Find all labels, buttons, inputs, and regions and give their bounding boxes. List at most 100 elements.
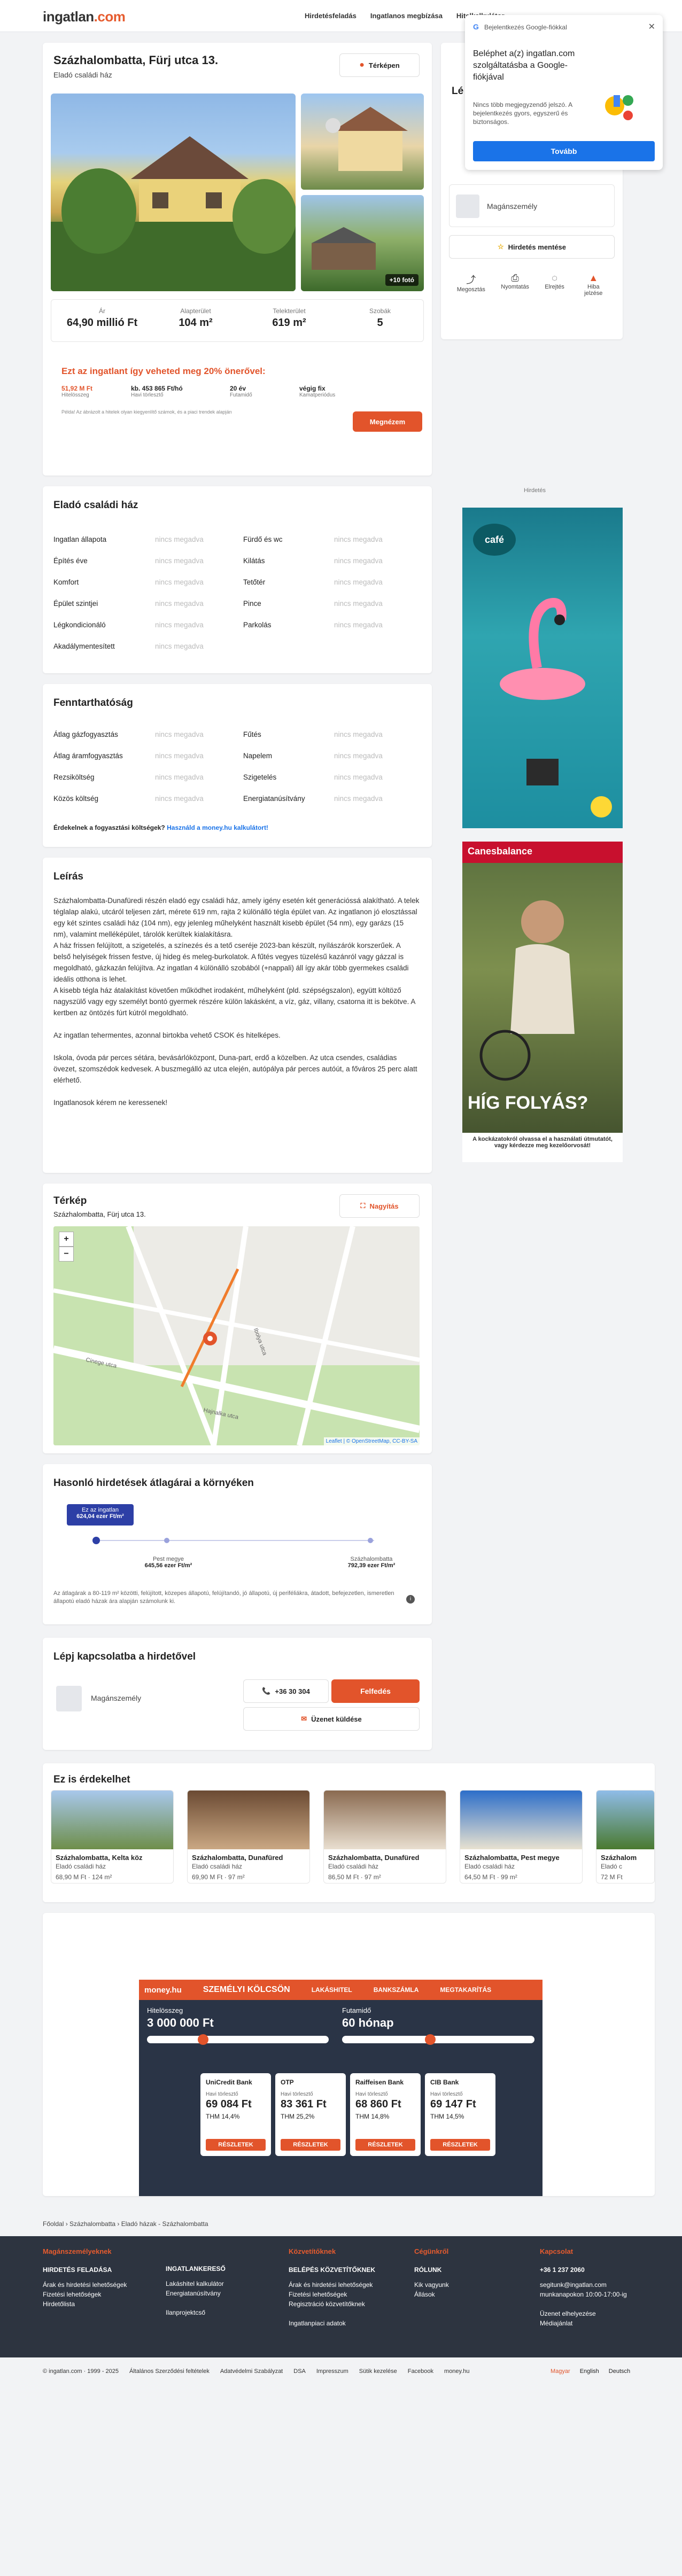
ad-banner-2[interactable]: Canesbalance HÍG FOLYÁS? A kockázatokról… (462, 842, 623, 1162)
money-tab-savings[interactable]: MEGTAKARÍTÁS (440, 1986, 491, 1994)
map-button[interactable]: ● Térképen (339, 53, 420, 77)
recommendation-item[interactable]: Százhalombatta, Pest megye Eladó családi … (460, 1790, 583, 1884)
lang-hu[interactable]: Magyar (551, 2368, 570, 2375)
this-listing-dot (92, 1537, 100, 1544)
house-photo-2 (326, 107, 408, 171)
stat-rooms: Szobák 5 (369, 307, 391, 329)
money-tab-account[interactable]: BANKSZÁMLA (374, 1986, 419, 1994)
sustain-gas: Átlag gázfogyasztás nincs megadva (53, 730, 204, 738)
map-tiles (53, 1226, 420, 1445)
ad2-caption: A kockázatokról olvassa el a használati … (462, 1133, 623, 1162)
properties-card: Eladó családi ház Ingatlan állapota nincs… (43, 486, 432, 673)
dsa-link[interactable]: DSA (293, 2368, 306, 2375)
side-photo-1[interactable] (301, 94, 424, 190)
contact-card: Lépj kapcsolatba a hirdetővel Magánszemé… (43, 1638, 432, 1750)
money-link[interactable]: money.hu (444, 2368, 470, 2375)
eye-off-icon: ◌ (552, 273, 557, 283)
hide-action[interactable]: ◌ Elrejtés (545, 273, 564, 297)
terms-link[interactable]: Általános Szerződési feltételek (129, 2368, 210, 2375)
recommendation-item[interactable]: Százhalombatta, Dunafüred Eladó családi h… (187, 1790, 310, 1884)
recommendation-item[interactable]: Százhalombatta, Dunafüred Eladó családi h… (323, 1790, 446, 1884)
money-tab-personal[interactable]: SZEMÉLYI KÖLCSÖN (203, 1985, 290, 1995)
properties-left: Ingatlan állapota nincs megadva Építés év… (53, 529, 204, 657)
term-slider[interactable] (342, 2034, 534, 2045)
main-photo[interactable] (51, 94, 296, 291)
copyright: © ingatlan.com · 1999 - 2025 (43, 2368, 119, 2375)
price-scale-line (96, 1540, 374, 1541)
save-listing-label: Hirdetés mentése (508, 243, 567, 251)
prop-accessible: Akadálymentesített nincs megadva (53, 642, 204, 650)
prop-cellar: Pince nincs megadva (243, 600, 383, 608)
bank-offer: UniCredit Bank Havi törlesztő 69 084 Ft THM… (200, 2073, 271, 2156)
zoom-in-button[interactable]: + (59, 1232, 74, 1247)
description-card: Leírás Százhalombatta-Dunafüredi részén … (43, 858, 432, 1173)
send-message-button[interactable]: ✉ Üzenet küldése (243, 1707, 420, 1731)
recommendation-photo (596, 1791, 654, 1849)
description-body: Százhalombatta-Dunafüredi részén eladó e… (53, 895, 420, 1108)
listing-title: Százhalombatta, Fürj utca 13. (53, 53, 219, 67)
zoom-out-button[interactable]: − (59, 1247, 74, 1262)
enlarge-map-button[interactable]: ⛶ Nagyítás (339, 1194, 420, 1218)
bottom-bar: © ingatlan.com · 1999 - 2025 Általános S… (0, 2357, 682, 2576)
imprint-link[interactable]: Impresszum (316, 2368, 348, 2375)
photo-count-badge[interactable]: +10 fotó (385, 274, 418, 286)
breadcrumb[interactable]: Főoldal › Százhalombatta › Eladó házak -… (43, 2220, 208, 2228)
city-dot (368, 1538, 373, 1543)
loan-promo-headline: Ezt az ingatlant így veheted meg 20% öne… (61, 366, 266, 376)
money-tab-mortgage[interactable]: LAKÁSHITEL (312, 1986, 352, 1994)
map-attribution: Leaflet | © OpenStreetMap, CC-BY-SA (323, 1437, 420, 1445)
google-g-icon: G (473, 22, 479, 31)
cookies-link[interactable]: Sütik kezelése (359, 2368, 397, 2375)
bank-details-button[interactable]: RÉSZLETEK (206, 2139, 266, 2151)
recommendation-item[interactable]: Százhalom Eladó c 72 M Ft (596, 1790, 655, 1884)
nav-agent[interactable]: Ingatlanos megbízása (370, 12, 443, 20)
google-signin-popup: G Bejelentkezés Google-fiókkal ✕ Beléphe… (465, 15, 663, 170)
map-view[interactable]: Cinege utca Ibolya utca Hajnalka utca + … (53, 1226, 420, 1445)
footer-col-contact: Kapcsolat +36 1 237 2060 segitunk@ingatlan… (540, 2247, 627, 2327)
sustain-heating: Fűtés nincs megadva (243, 730, 383, 738)
enlarge-label: Nagyítás (369, 1202, 399, 1210)
privacy-link[interactable]: Adatvédelmi Szabályzat (220, 2368, 283, 2375)
print-action[interactable]: ⎙ Nyomtatás (501, 273, 529, 297)
bank-details-button[interactable]: RÉSZLETEK (355, 2139, 415, 2151)
facebook-link[interactable]: Facebook (408, 2368, 433, 2375)
footer-col-company: Cégünkről RÓLUNK Kik vagyunk Állások (414, 2247, 449, 2298)
loan-cta-button[interactable]: Megnézem (353, 411, 422, 432)
amount-slider[interactable] (147, 2034, 329, 2045)
footer-col-search: INGATLANKERESŐ Lakáshitel kalkulátor Energ… (166, 2265, 226, 2316)
map-card: Térkép Százhalombatta, Fürj utca 13. ⛶ Na… (43, 1184, 432, 1453)
sustain-common: Közös költség nincs megadva (53, 795, 204, 803)
site-logo[interactable]: ingatlan.com (43, 9, 126, 25)
calculator-link[interactable]: Használd a money.hu kalkulátort! (167, 824, 268, 831)
side-photo-2[interactable]: +10 fotó (301, 195, 424, 291)
recommendation-item[interactable]: Százhalombatta, Kelta köz Eladó családi h… (51, 1790, 174, 1884)
properties-title: Eladó családi ház (53, 500, 138, 511)
phone-number-box[interactable]: 📞 +36 30 304 (243, 1679, 329, 1703)
loan-col-term: 20 év Futamidő (230, 385, 252, 398)
reveal-phone-button[interactable]: Felfedés (331, 1679, 420, 1703)
bank-details-button[interactable]: RÉSZLETEK (281, 2139, 340, 2151)
sustain-electric: Átlag áramfogyasztás nincs megadva (53, 752, 204, 760)
share-action[interactable]: ⤴ Megosztás (457, 273, 485, 297)
report-action[interactable]: ▲ Hiba jelzése (580, 273, 607, 297)
info-icon[interactable]: i (406, 1595, 415, 1604)
lang-de[interactable]: Deutsch (609, 2368, 630, 2375)
avatar (456, 194, 479, 218)
google-close-icon[interactable]: ✕ (648, 21, 655, 32)
sustainability-card: Fenntarthatóság Átlag gázfogyasztás nincs… (43, 684, 432, 847)
save-listing-button[interactable]: ☆ Hirdetés mentése (449, 235, 615, 259)
term-slider-handle[interactable] (425, 2034, 436, 2045)
sustain-solar: Napelem nincs megadva (243, 752, 383, 760)
nav-post-ad[interactable]: Hirdetésfeladás (305, 12, 356, 20)
footer-col-agents: Közvetítőknek BELÉPÉS KÖZVETÍTŐKNEK Árak é… (289, 2247, 376, 2327)
lang-en[interactable]: English (580, 2368, 599, 2375)
google-continue-button[interactable]: Tovább (473, 141, 655, 161)
bank-details-button[interactable]: RÉSZLETEK (430, 2139, 490, 2151)
sustain-right: Fűtés nincs megadva Napelem nincs megadva … (243, 724, 383, 810)
description-para: A ház frissen felújított, a szigetelés, … (53, 941, 409, 983)
footer-col-private: Magánszemélyeknek HIRDETÉS FELADÁSA Árak é… (43, 2247, 127, 2308)
ad-banner-1[interactable]: café (462, 508, 623, 828)
description-para: A kisebb tégla ház átalakítást követően … (53, 986, 415, 1017)
sustain-certificate: Energiatanúsítvány nincs megadva (243, 795, 383, 803)
amount-slider-handle[interactable] (198, 2034, 208, 2045)
